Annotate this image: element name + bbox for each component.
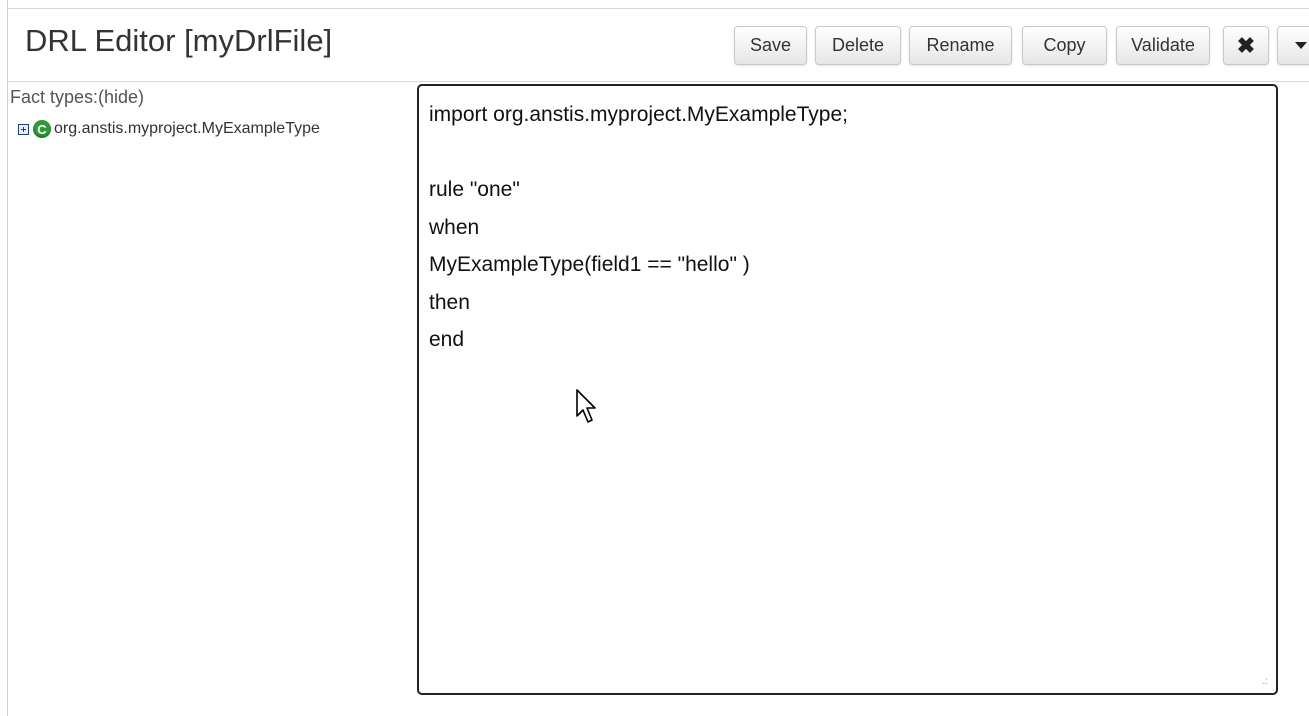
resize-grip-icon[interactable]: .: <box>1262 676 1268 687</box>
code-line: then <box>429 290 470 314</box>
drl-code-editor[interactable]: import org.anstis.myproject.MyExampleTyp… <box>417 84 1278 695</box>
rename-button[interactable]: Rename <box>909 26 1012 65</box>
code-line: rule "one" <box>429 178 520 201</box>
delete-button[interactable]: Delete <box>815 26 901 65</box>
save-button[interactable]: Save <box>734 26 807 65</box>
code-line: when <box>429 215 480 239</box>
close-button[interactable]: ✖ <box>1223 26 1269 65</box>
code-line: MyExampleType(field1 == "hello" ) <box>429 253 750 276</box>
fact-types-toggle[interactable]: Fact types:(hide) <box>10 87 144 108</box>
fact-type-tree-item[interactable]: C org.anstis.myproject.MyExampleType <box>18 120 418 138</box>
class-icon: C <box>33 120 51 138</box>
editor-header: DRL Editor [myDrlFile] Save Delete Renam… <box>8 8 1309 82</box>
code-line: end <box>429 328 465 351</box>
left-border <box>7 0 8 716</box>
more-options-button[interactable] <box>1277 26 1309 65</box>
expand-plus-icon[interactable] <box>18 123 29 135</box>
mouse-pointer-icon <box>576 389 596 423</box>
fact-type-label[interactable]: org.anstis.myproject.MyExampleType <box>54 120 320 138</box>
caret-down-icon <box>1295 42 1307 49</box>
page-title: DRL Editor [myDrlFile] <box>25 23 333 58</box>
close-icon: ✖ <box>1236 32 1256 58</box>
copy-button[interactable]: Copy <box>1022 26 1107 65</box>
code-line: import org.anstis.myproject.MyExampleTyp… <box>429 103 848 126</box>
validate-button[interactable]: Validate <box>1116 26 1210 65</box>
